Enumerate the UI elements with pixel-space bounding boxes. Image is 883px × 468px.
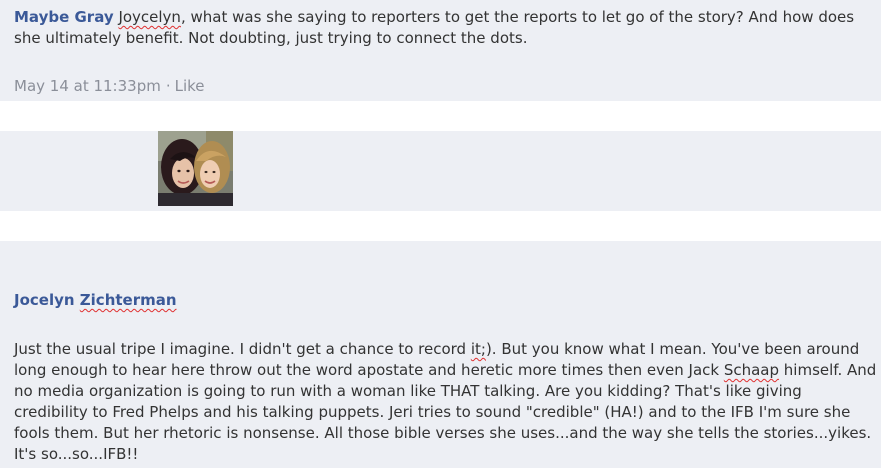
meta-separator: · [165,77,171,95]
comment-2-misspelled-2: Schaap [723,361,780,379]
comment-1-author-link[interactable]: Maybe Gray [14,8,114,26]
comment-1-timestamp[interactable]: May 14 at 11:33pm [14,77,161,95]
comment-2-misspelled-1: it; [470,340,486,358]
comment-1-misspelled-word: Joycelyn [118,8,181,26]
avatar-panel [0,131,881,211]
comment-2-text: Just the usual tripe I imagine. I didn't… [14,339,880,465]
avatar-image[interactable] [158,131,233,206]
comment-2-author-first: Jocelyn [14,291,80,309]
comment-2-author[interactable]: Jocelyn Zichterman [14,290,177,310]
comment-1-like-link[interactable]: Like [175,77,205,95]
comment-2-body-part1: Just the usual tripe I imagine. I didn't… [14,340,471,358]
comment-1-meta: May 14 at 11:33pm · Like [14,76,205,96]
comment-1-text: Maybe Gray Joycelyn, what was she saying… [14,7,876,49]
profile-photo-two-women-icon [158,131,233,206]
comment-2-author-last: Zichterman [79,291,177,309]
